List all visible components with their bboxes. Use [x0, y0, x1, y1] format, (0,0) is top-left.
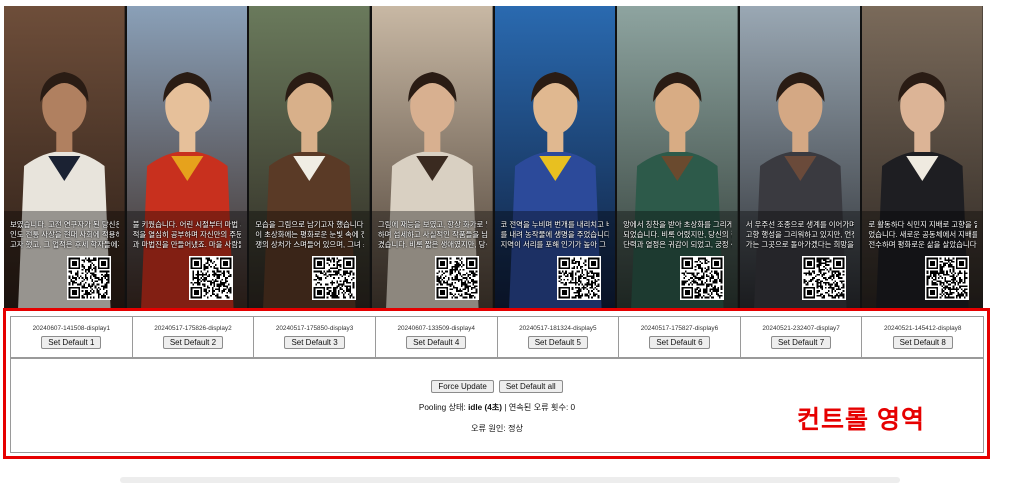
display-cell: 20240607-141508-display1 Set Default 1 — [10, 316, 133, 358]
qr-code — [66, 256, 111, 300]
display-id-label: 20240517-181324-display5 — [519, 325, 597, 332]
display-cell: 20240521-145412-display8 Set Default 8 — [861, 316, 984, 358]
display-cell: 20240517-175850-display3 Set Default 3 — [253, 316, 376, 358]
caption-line: 적을 열심히 공부하며 자신만의 주문 — [132, 230, 242, 239]
portrait-caption: 불 키웠습니다. 어린 시절부터 마법 서 적을 열심히 공부하며 자신만의 주문… — [133, 220, 242, 250]
display-id-label: 20240517-175827-display6 — [640, 325, 719, 332]
pooling-value: idle (4초) — [468, 403, 503, 412]
display-cell: 20240521-232407-display7 Set Default 7 — [739, 316, 863, 358]
display-id-label: 20240521-145412-display8 — [883, 325, 962, 332]
display-row: 20240607-141508-display1 Set Default 1 202… — [10, 316, 984, 358]
caption-line: 앙에서 칭찬을 받아 초상화를 그리게 — [623, 220, 732, 229]
display-id-label: 20240517-175850-display3 — [275, 325, 354, 332]
control-area-frame: 20240607-141508-display1 Set Default 1 202… — [3, 308, 990, 459]
qr-code — [557, 256, 602, 300]
portrait-caption: 앙에서 칭찬을 받아 초상화를 그리게 되었습니다. 비록 어렸지만, 당신의 결… — [623, 220, 732, 250]
caption-line: 고자 했고, 그 업적은 후세 학자들에게 — [10, 240, 119, 249]
qr-code — [189, 256, 234, 300]
qr-code — [679, 256, 724, 300]
caption-line: 인도 전통 사상을 현대 사회에 적용하 — [10, 230, 119, 239]
display-id-label: 20240607-133509-display4 — [397, 325, 475, 332]
portrait-panel: 서 우주선 조종으로 생계를 이어가며 고향 행성을 그리워하고 있지만, 언젠 가… — [739, 6, 861, 308]
display-id-label: 20240607-141508-display1 — [32, 325, 111, 332]
set-default-button-6[interactable]: Set Default 6 — [649, 336, 710, 349]
pooling-label: Pooling 상태: — [418, 403, 466, 412]
qr-code — [925, 256, 969, 300]
portrait-panel: 그림에 재능을 보였고, 항상 화가로 일 하며 섬세하고 사실적인 작품들을 남… — [371, 6, 493, 308]
set-default-button-5[interactable]: Set Default 5 — [527, 336, 588, 349]
display-cell: 20240517-175827-display6 Set Default 6 — [618, 316, 741, 358]
caption-line: 전수하며 평화로운 삶을 살았습니다. — [868, 240, 977, 249]
set-default-button-7[interactable]: Set Default 7 — [770, 336, 832, 349]
portrait-caption: 보였습니다. 고전 연구자가 된 당신은 인도 전통 사상을 현대 사회에 적용하… — [10, 220, 119, 250]
set-default-button-1[interactable]: Set Default 1 — [41, 336, 102, 349]
qr-code — [311, 256, 356, 300]
caption-line: 로 활동하다 식민지 지배로 고향을 잃 — [868, 220, 977, 229]
footer-divider — [120, 477, 900, 483]
caption-line: 었습니다. 새로운 공동체에서 지배를 — [868, 230, 977, 239]
set-default-all-button[interactable]: Set Default all — [498, 380, 563, 393]
caption-line: 되었습니다. 비록 어렸지만, 당신의 결 — [623, 230, 732, 239]
caption-line: 서 우주선 조종으로 생계를 이어가며 — [745, 220, 855, 229]
qr-code — [802, 256, 847, 300]
caption-line: 모습을 그림으로 남기고자 했습니다. — [255, 220, 364, 229]
set-default-button-3[interactable]: Set Default 3 — [284, 336, 345, 349]
portrait-panel: 모습을 그림으로 남기고자 했습니다. 이 초상화에는 평화로운 눈빛 속에 전쟁… — [249, 6, 370, 308]
portrait-panel: 코 전역을 누비며 번개를 내리치고 비를 내려 농작물에 생명을 주었습니다.… — [494, 6, 616, 308]
caption-line: 불 키웠습니다. 어린 시절부터 마법 서 — [132, 220, 242, 229]
portrait-panel: 보였습니다. 고전 연구자가 된 당신은 인도 전통 사상을 현대 사회에 적용하… — [4, 6, 125, 308]
caption-line: 겼습니다. 비록 짧은 생애였지만, 당신 — [377, 240, 487, 249]
caption-line: 지역이 서리를 포해 인기가 높아 그 — [500, 240, 606, 249]
caption-line: 그림에 재능을 보였고, 항상 화가로 일 — [377, 220, 487, 229]
display-cell: 20240517-181324-display5 Set Default 5 — [496, 316, 620, 358]
display-id-label: 20240521-232407-display7 — [762, 325, 840, 332]
caption-line: 고향 행성을 그리워하고 있지만, 언젠 — [745, 230, 855, 239]
portrait-caption: 코 전역을 누비며 번개를 내리치고 비를 내려 농작물에 생명을 주었습니다.… — [501, 220, 610, 250]
error-count: | 연속된 오류 횟수: 0 — [504, 403, 576, 412]
caption-line: 를 내려 농작물에 생명을 주었습니다. — [500, 230, 610, 239]
portrait-caption: 로 활동하다 식민지 지배로 고향을 잃 었습니다. 새로운 공동체에서 지배를 전… — [868, 220, 977, 250]
caption-line: 하며 섬세하고 사실적인 작품들을 남 — [377, 230, 487, 239]
caption-line: 보였습니다. 고전 연구자가 된 당신은 — [10, 220, 119, 229]
portrait-gallery: 보였습니다. 고전 연구자가 된 당신은 인도 전통 사상을 현대 사회에 적용하… — [4, 6, 983, 308]
caption-line: 쟁의 상처가 스며들어 있으며, 그녀 소 — [255, 240, 364, 249]
caption-line: 가는 그곳으로 돌아가겠다는 희망을 가 — [745, 240, 855, 249]
display-cell: 20240517-175826-display2 Set Default 2 — [131, 316, 255, 358]
qr-code — [434, 256, 479, 300]
set-default-button-8[interactable]: Set Default 8 — [892, 336, 953, 349]
display-id-label: 20240517-175826-display2 — [154, 325, 232, 332]
caption-line: 코 전역을 누비며 번개를 내리치고 비 — [500, 220, 610, 229]
display-cell: 20240607-133509-display4 Set Default 4 — [374, 316, 498, 358]
portrait-panel: 로 활동하다 식민지 지배로 고향을 잃 었습니다. 새로운 공동체에서 지배를 전… — [862, 6, 983, 308]
caption-line: 이 초상화에는 평화로운 눈빛 속에 전 — [255, 230, 364, 239]
control-area-label: 컨트롤 영역 — [797, 406, 925, 434]
caption-line: 과 마법진을 만들어냈죠. 마을 사람들 — [132, 240, 242, 249]
portrait-caption: 모습을 그림으로 남기고자 했습니다. 이 초상화에는 평화로운 눈빛 속에 전쟁… — [255, 220, 364, 250]
set-default-button-4[interactable]: Set Default 4 — [406, 336, 467, 349]
force-update-button[interactable]: Force Update — [431, 380, 494, 393]
portrait-caption: 그림에 재능을 보였고, 항상 화가로 일 하며 섬세하고 사실적인 작품들을 남… — [378, 220, 487, 250]
portrait-panel: 앙에서 칭찬을 받아 초상화를 그리게 되었습니다. 비록 어렸지만, 당신의 결… — [617, 6, 738, 308]
caption-line: 단력과 열정은 귀감이 되었고, 궁정 생 — [623, 240, 732, 249]
portrait-caption: 서 우주선 조종으로 생계를 이어가며 고향 행성을 그리워하고 있지만, 언젠 가… — [746, 220, 855, 250]
portrait-panel: 불 키웠습니다. 어린 시절부터 마법 서 적을 열심히 공부하며 자신만의 주문… — [126, 6, 248, 308]
set-default-button-2[interactable]: Set Default 2 — [162, 336, 224, 349]
